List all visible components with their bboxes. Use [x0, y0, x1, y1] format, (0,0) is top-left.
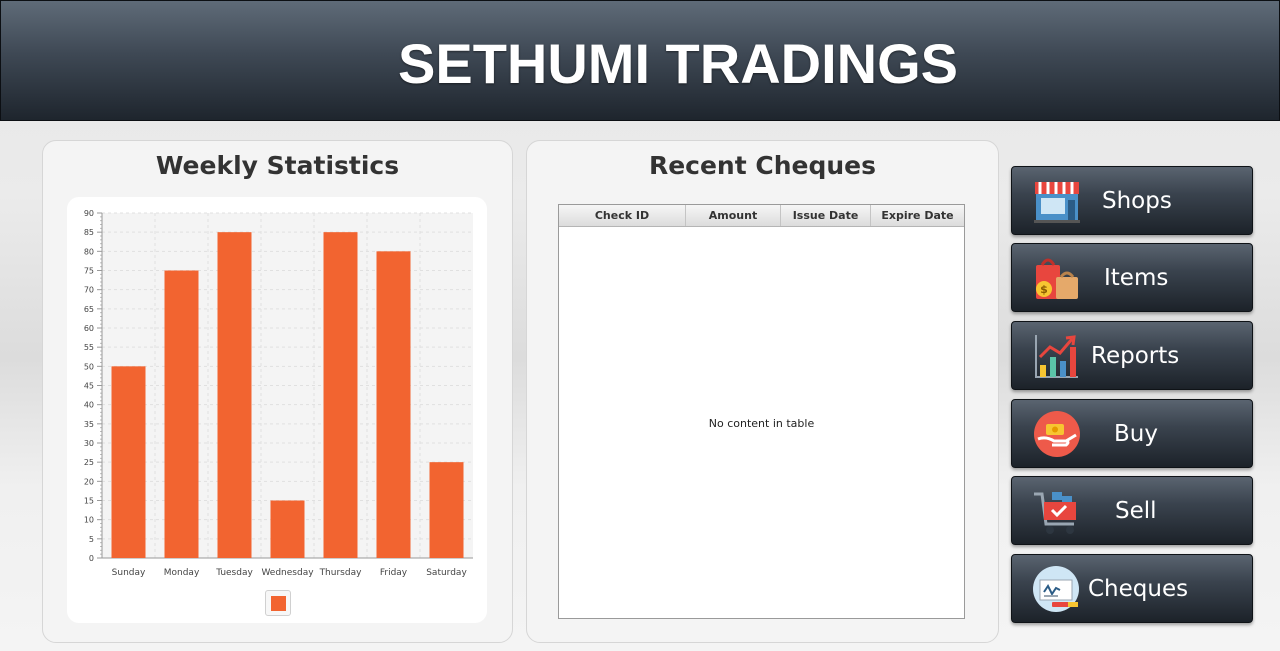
money-hand-icon	[1034, 411, 1080, 457]
bar-wednesday	[270, 500, 305, 558]
weekly-statistics-panel: Weekly Statistics 0 5 10 15 20 25 30 35 40 45 50 55…	[42, 140, 513, 643]
cheques-table[interactable]: Check ID Amount Issue Date Expire Date N…	[558, 204, 965, 619]
buy-button[interactable]: Buy	[1011, 399, 1253, 468]
sell-button[interactable]: Sell	[1011, 476, 1253, 545]
bar-monday	[164, 270, 199, 558]
items-label: Items	[1104, 265, 1169, 291]
y-tick-label: 25	[84, 458, 94, 467]
empty-table-message: No content in table	[708, 417, 815, 430]
column-header-expire-date[interactable]: Expire Date	[871, 205, 964, 226]
shops-button[interactable]: Shops	[1011, 166, 1253, 235]
recent-cheques-panel: Recent Cheques Check ID Amount Issue Dat…	[526, 140, 999, 643]
x-tick-label: Monday	[164, 568, 200, 578]
x-tick-label: Wednesday	[261, 568, 314, 578]
y-tick-label: 10	[84, 516, 94, 525]
bar-saturday	[429, 462, 464, 558]
bar-tuesday	[217, 232, 252, 558]
shopping-bags-icon: $	[1036, 258, 1078, 299]
svg-text:$: $	[1040, 283, 1048, 296]
x-tick-label: Tuesday	[215, 568, 253, 578]
y-tick-label: 60	[84, 324, 94, 333]
bar-friday	[376, 251, 411, 559]
y-tick-label: 40	[84, 401, 94, 410]
y-tick-label: 15	[84, 497, 94, 506]
y-tick-label: 45	[84, 382, 94, 391]
cheques-label: Cheques	[1088, 576, 1189, 602]
legend-swatch	[271, 596, 286, 611]
y-tick-label: 90	[84, 209, 94, 218]
x-tick-label: Saturday	[426, 568, 467, 578]
reports-label: Reports	[1091, 343, 1180, 369]
y-tick-label: 30	[84, 439, 94, 448]
chart-legend	[265, 590, 291, 616]
y-tick-label: 50	[84, 362, 94, 371]
reports-button[interactable]: Reports	[1011, 321, 1253, 390]
y-tick-label: 80	[84, 247, 94, 256]
app-title: SETHUMI TRADINGS	[398, 32, 958, 95]
bar-chart-icon	[1035, 335, 1078, 378]
y-tick-label: 0	[89, 554, 94, 563]
y-tick-label: 20	[84, 477, 94, 486]
y-tick-label: 70	[84, 286, 94, 295]
column-header-amount[interactable]: Amount	[686, 205, 781, 226]
items-button[interactable]: $ Items	[1011, 243, 1253, 312]
cheque-icon	[1033, 566, 1079, 612]
y-tick-label: 35	[84, 420, 94, 429]
bar-sunday	[111, 366, 146, 558]
table-header: Check ID Amount Issue Date Expire Date	[559, 205, 964, 227]
app-header: SETHUMI TRADINGS	[0, 0, 1280, 121]
bar-thursday	[323, 232, 358, 558]
x-tick-label: Friday	[380, 568, 408, 578]
y-tick-label: 75	[84, 267, 94, 276]
recent-cheques-title: Recent Cheques	[648, 151, 877, 180]
y-tick-label: 85	[84, 228, 94, 237]
weekly-statistics-title: Weekly Statistics	[155, 151, 400, 180]
weekly-bar-chart: 0 5 10 15 20 25 30 35 40 45 50 55 60 65 70 75 80 85 90 Sund…	[84, 209, 473, 578]
column-header-check-id[interactable]: Check ID	[559, 205, 686, 226]
shops-label: Shops	[1102, 188, 1172, 214]
y-tick-label: 55	[84, 343, 94, 352]
sell-label: Sell	[1115, 498, 1157, 524]
x-tick-label: Sunday	[112, 568, 146, 578]
y-tick-label: 5	[89, 535, 94, 544]
column-header-issue-date[interactable]: Issue Date	[781, 205, 871, 226]
shopping-cart-icon	[1034, 492, 1076, 534]
cheques-button[interactable]: Cheques	[1011, 554, 1253, 623]
x-tick-label: Thursday	[319, 568, 363, 578]
y-tick-label: 65	[84, 305, 94, 314]
chart-card: 0 5 10 15 20 25 30 35 40 45 50 55 60 65 70 75 80 85 90 Sund…	[67, 197, 487, 623]
buy-label: Buy	[1114, 421, 1158, 447]
shop-icon	[1034, 182, 1080, 223]
